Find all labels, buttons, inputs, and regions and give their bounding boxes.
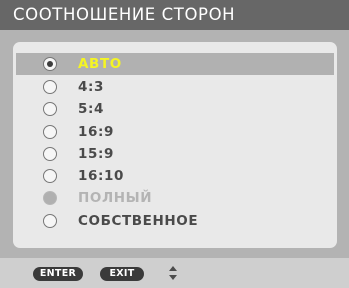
menu-title: СООТНОШЕНИЕ СТОРОН bbox=[13, 5, 236, 24]
exit-button[interactable]: EXIT bbox=[100, 267, 144, 281]
radio-empty-icon[interactable] bbox=[43, 80, 57, 94]
enter-button[interactable]: ENTER bbox=[33, 267, 83, 281]
option-native[interactable]: СОБСТВЕННОЕ bbox=[16, 210, 334, 232]
arrow-up-icon bbox=[169, 266, 177, 271]
option-15-9[interactable]: 15:9 bbox=[16, 143, 334, 165]
arrow-down-icon bbox=[169, 275, 177, 280]
option-label: 4:3 bbox=[78, 79, 104, 95]
radio-empty-icon[interactable] bbox=[43, 169, 57, 183]
option-full: ПОЛНЫЙ bbox=[16, 187, 334, 209]
radio-empty-icon[interactable] bbox=[43, 102, 57, 116]
radio-disabled-icon bbox=[43, 191, 57, 205]
radio-empty-icon[interactable] bbox=[43, 125, 57, 139]
radio-empty-icon[interactable] bbox=[43, 147, 57, 161]
options-list: АВТО 4:3 5:4 16:9 15:9 16:10 ПОЛНЫЙ СОБС… bbox=[13, 42, 337, 248]
menu-panel: АВТО 4:3 5:4 16:9 15:9 16:10 ПОЛНЫЙ СОБС… bbox=[0, 30, 349, 258]
up-down-arrows-icon bbox=[169, 266, 177, 282]
option-label: АВТО bbox=[78, 56, 122, 72]
radio-checked-icon[interactable] bbox=[43, 57, 57, 71]
option-label: 15:9 bbox=[78, 146, 114, 162]
option-label: СОБСТВЕННОЕ bbox=[78, 213, 199, 229]
option-5-4[interactable]: 5:4 bbox=[16, 98, 334, 120]
radio-empty-icon[interactable] bbox=[43, 214, 57, 228]
option-auto[interactable]: АВТО bbox=[16, 53, 334, 75]
option-label: ПОЛНЫЙ bbox=[78, 190, 153, 206]
option-label: 16:10 bbox=[78, 168, 124, 184]
option-4-3[interactable]: 4:3 bbox=[16, 76, 334, 98]
option-16-10[interactable]: 16:10 bbox=[16, 165, 334, 187]
title-bar: СООТНОШЕНИЕ СТОРОН bbox=[0, 0, 349, 30]
option-label: 16:9 bbox=[78, 124, 114, 140]
footer-bar: ENTER EXIT bbox=[0, 258, 349, 288]
option-label: 5:4 bbox=[78, 101, 104, 117]
aspect-ratio-menu: СООТНОШЕНИЕ СТОРОН АВТО 4:3 5:4 16:9 15:… bbox=[0, 0, 349, 288]
option-16-9[interactable]: 16:9 bbox=[16, 121, 334, 143]
